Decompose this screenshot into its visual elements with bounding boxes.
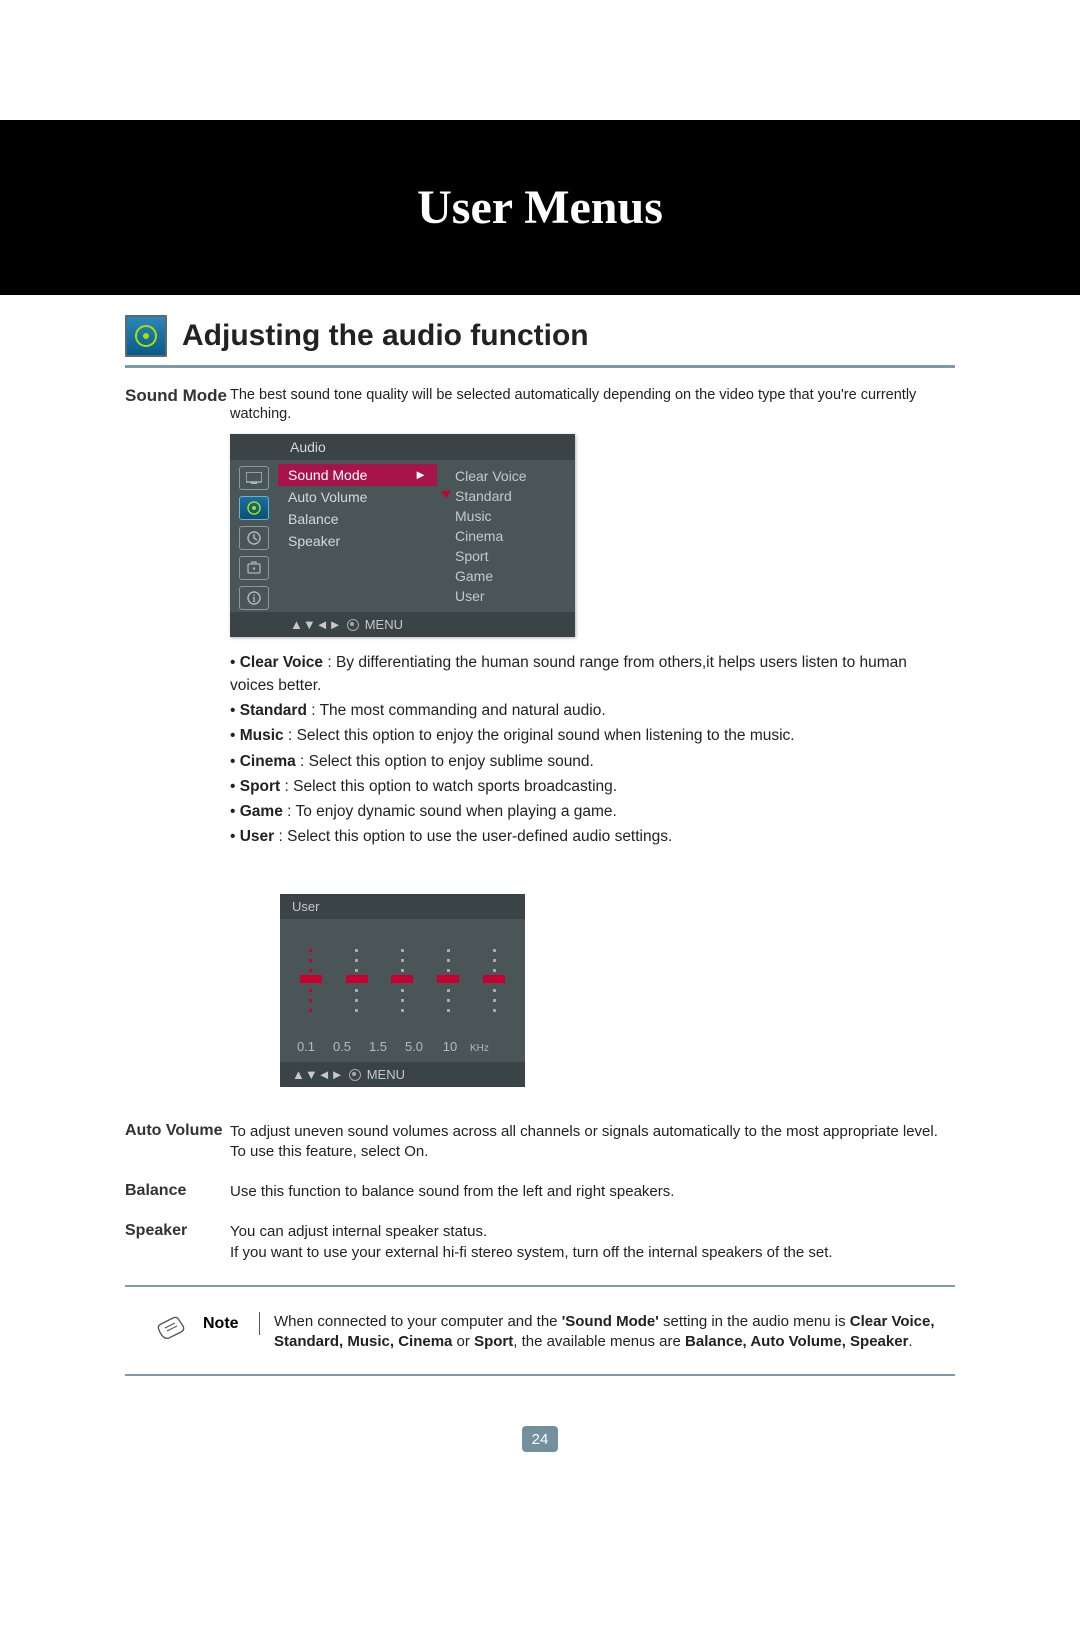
osd-icon-column: i	[230, 460, 278, 612]
submenu-sport[interactable]: Sport	[455, 546, 575, 566]
note-text: When connected to your computer and the …	[274, 1312, 955, 1353]
time-icon	[239, 526, 269, 550]
submenu-music[interactable]: Music	[455, 506, 575, 526]
auto-volume-label: Auto Volume	[125, 1122, 230, 1140]
audio-tab-icon	[239, 496, 269, 520]
osd-audio-menu: Audio	[230, 434, 575, 637]
note-block: Note When connected to your computer and…	[155, 1312, 955, 1353]
eq-band-1[interactable]	[339, 931, 375, 1031]
audio-icon	[125, 315, 167, 357]
submenu-game[interactable]: Game	[455, 566, 575, 586]
note-label: Note	[203, 1312, 260, 1335]
osd-item-sound-mode[interactable]: Sound Mode►	[278, 464, 437, 486]
osd-submenu: Clear Voice Standard Music Cinema Sport …	[437, 460, 575, 612]
eq-band-2[interactable]	[384, 931, 420, 1031]
section-title-text: Adjusting the audio function	[182, 319, 589, 353]
sound-mode-label: Sound Mode	[125, 386, 230, 406]
speaker-label: Speaker	[125, 1222, 230, 1240]
section-heading: Adjusting the audio function	[125, 315, 955, 368]
auto-volume-desc: To adjust uneven sound volumes across al…	[230, 1122, 955, 1163]
osd-title: Audio	[230, 434, 575, 460]
eq-band-4[interactable]	[476, 931, 512, 1031]
speaker-desc: You can adjust internal speaker status. …	[230, 1222, 833, 1263]
equalizer-title: User	[280, 894, 525, 919]
submenu-clear-voice[interactable]: Clear Voice	[455, 466, 575, 486]
eq-band-0[interactable]	[293, 931, 329, 1031]
page-title: User Menus	[417, 180, 663, 235]
osd-item-balance[interactable]: Balance	[278, 508, 437, 530]
osd-main-list: Sound Mode► Auto Volume Balance Speaker	[278, 460, 437, 612]
svg-text:i: i	[253, 594, 256, 605]
mode-descriptions: • Clear Voice : By differentiating the h…	[230, 651, 955, 849]
header-band: User Menus	[0, 120, 1080, 295]
hand-note-icon	[155, 1312, 189, 1342]
eq-footer: ▲▼◄► MENU	[280, 1062, 525, 1087]
submenu-cinema[interactable]: Cinema	[455, 526, 575, 546]
osd-item-speaker[interactable]: Speaker	[278, 530, 437, 552]
submenu-user[interactable]: User	[455, 586, 575, 606]
picture-icon	[239, 466, 269, 490]
osd-footer: ▲▼◄► MENU	[230, 612, 575, 637]
submenu-standard[interactable]: Standard	[455, 486, 575, 506]
chevron-right-icon: ►	[414, 467, 427, 482]
balance-label: Balance	[125, 1182, 230, 1200]
osd-item-auto-volume[interactable]: Auto Volume	[278, 486, 437, 508]
info-icon: i	[239, 586, 269, 610]
divider-bottom	[125, 1374, 955, 1376]
ok-icon	[349, 1069, 361, 1081]
ok-icon	[347, 619, 359, 631]
eq-band-3[interactable]	[430, 931, 466, 1031]
option-icon	[239, 556, 269, 580]
equalizer-panel: User	[280, 894, 525, 1087]
sound-mode-intro: The best sound tone quality will be sele…	[230, 386, 955, 424]
balance-desc: Use this function to balance sound from …	[230, 1182, 674, 1202]
eq-freq-labels: 0.1 0.5 1.5 5.0 10 KHz	[280, 1037, 525, 1062]
divider	[125, 1285, 955, 1287]
page-number: 24	[522, 1426, 558, 1452]
